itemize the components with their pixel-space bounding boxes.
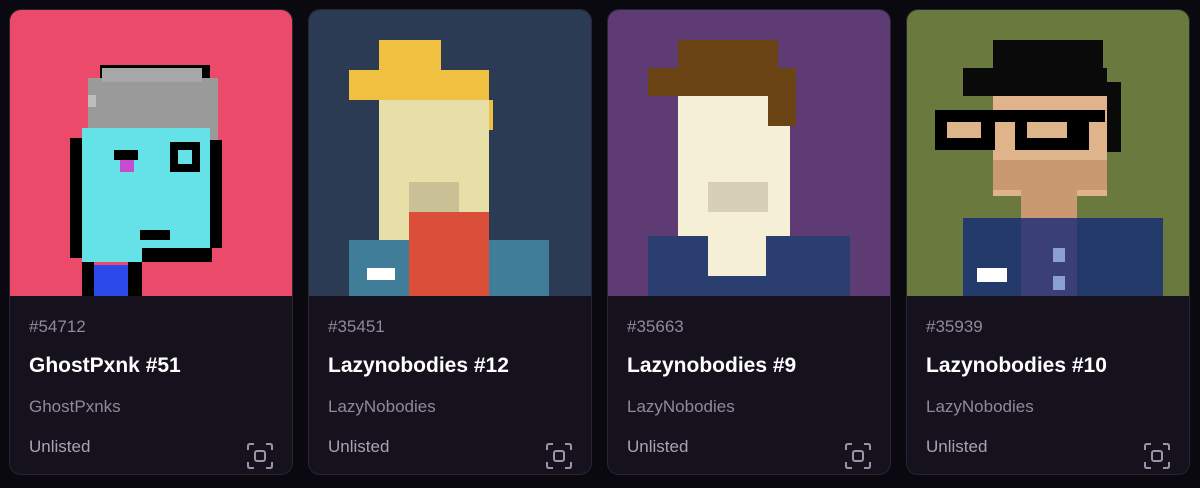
card-info: #35939 Lazynobodies #10 LazyNobodies Unl… <box>907 296 1189 474</box>
nft-image[interactable] <box>907 10 1189 296</box>
token-id: #54712 <box>29 317 86 336</box>
token-id: #35939 <box>926 317 983 336</box>
listing-status: Unlisted <box>328 437 390 456</box>
view-icon <box>247 443 273 469</box>
nft-card[interactable]: #54712 GhostPxnk #51 GhostPxnks Unlisted <box>9 9 293 475</box>
listing-status: Unlisted <box>29 437 91 456</box>
card-info: #35663 Lazynobodies #9 LazyNobodies Unli… <box>608 296 890 474</box>
nft-image[interactable] <box>10 10 292 296</box>
nft-name[interactable]: Lazynobodies #12 <box>328 354 509 378</box>
collection-name[interactable]: GhostPxnks <box>29 397 121 417</box>
view-button[interactable] <box>544 441 574 471</box>
collection-name[interactable]: LazyNobodies <box>926 397 1034 417</box>
collection-name[interactable]: LazyNobodies <box>627 397 735 417</box>
nft-grid: #54712 GhostPxnk #51 GhostPxnks Unlisted <box>0 0 1200 488</box>
nft-name[interactable]: Lazynobodies #10 <box>926 354 1107 378</box>
view-icon <box>1144 443 1170 469</box>
view-button[interactable] <box>1142 441 1172 471</box>
nft-card[interactable]: #35939 Lazynobodies #10 LazyNobodies Unl… <box>906 9 1190 475</box>
listing-status: Unlisted <box>627 437 689 456</box>
view-icon <box>845 443 871 469</box>
nft-name[interactable]: GhostPxnk #51 <box>29 354 181 378</box>
nft-image[interactable] <box>608 10 890 296</box>
card-info: #35451 Lazynobodies #12 LazyNobodies Unl… <box>309 296 591 474</box>
view-button[interactable] <box>245 441 275 471</box>
card-info: #54712 GhostPxnk #51 GhostPxnks Unlisted <box>10 296 292 474</box>
nft-card[interactable]: #35663 Lazynobodies #9 LazyNobodies Unli… <box>607 9 891 475</box>
nft-name[interactable]: Lazynobodies #9 <box>627 354 796 378</box>
view-icon <box>546 443 572 469</box>
listing-status: Unlisted <box>926 437 988 456</box>
nft-image[interactable] <box>309 10 591 296</box>
view-button[interactable] <box>843 441 873 471</box>
collection-name[interactable]: LazyNobodies <box>328 397 436 417</box>
nft-card[interactable]: #35451 Lazynobodies #12 LazyNobodies Unl… <box>308 9 592 475</box>
token-id: #35663 <box>627 317 684 336</box>
token-id: #35451 <box>328 317 385 336</box>
